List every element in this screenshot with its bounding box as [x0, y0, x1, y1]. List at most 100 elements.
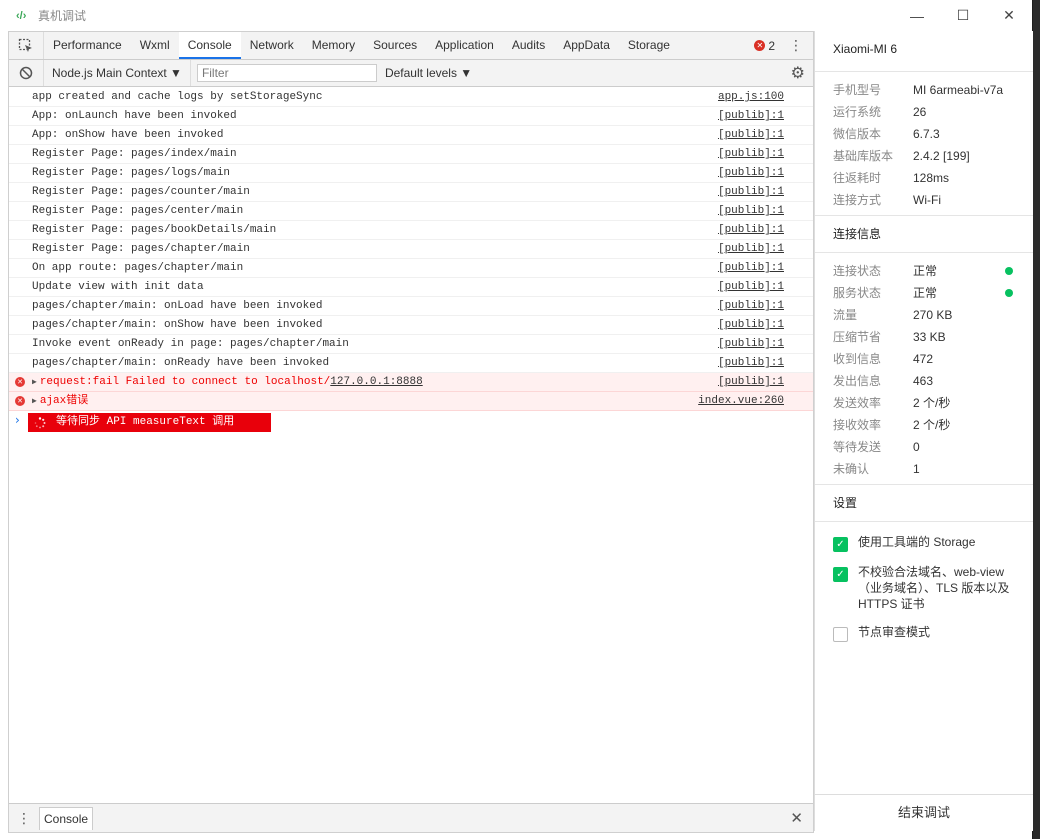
more-options-icon[interactable]: ⋮ — [787, 32, 805, 59]
info-value: 128ms — [913, 171, 950, 185]
tab-memory[interactable]: Memory — [303, 32, 364, 59]
tab-sources[interactable]: Sources — [364, 32, 426, 59]
checkbox[interactable] — [833, 627, 848, 642]
info-value: 33 KB — [913, 330, 946, 344]
console-log-row: Register Page: pages/counter/main [publib… — [9, 183, 813, 202]
info-value: 1 — [913, 462, 920, 476]
error-message: request:fail Failed to connect to localh… — [39, 376, 331, 388]
tab-storage[interactable]: Storage — [619, 32, 679, 59]
log-source-link[interactable]: [publib]:1 — [718, 240, 784, 258]
info-key: 运行系统 — [833, 105, 882, 119]
device-name: Xiaomi-MI 6 — [815, 31, 1033, 72]
log-message: Register Page: pages/center/main — [32, 205, 244, 217]
log-source-link[interactable]: [publib]:1 — [718, 202, 784, 220]
checkbox[interactable]: ✓ — [833, 567, 848, 582]
info-key: 服务状态 — [833, 286, 882, 300]
log-message: Register Page: pages/chapter/main — [32, 243, 250, 255]
info-row: 基础库版本 2.4.2 [199] — [815, 145, 1033, 167]
info-row: 微信版本 6.7.3 — [815, 123, 1033, 145]
maximize-button[interactable]: ☐ — [940, 0, 986, 31]
minimize-button[interactable]: — — [894, 0, 940, 31]
log-message: App: onLaunch have been invoked — [32, 110, 237, 122]
log-source-link[interactable]: [publib]:1 — [718, 297, 784, 315]
devtools-panel: Performance Wxml Console Network Memory Sourc… — [8, 31, 814, 833]
log-source-link[interactable]: [publib]:1 — [718, 354, 784, 372]
tab-performance[interactable]: Performance — [44, 32, 131, 59]
error-message: ajax错误 — [39, 395, 89, 407]
inspect-element-button[interactable] — [9, 32, 44, 59]
log-message: App: onShow have been invoked — [32, 129, 224, 141]
tab-audits[interactable]: Audits — [503, 32, 554, 59]
drawer-menu-icon[interactable]: ⋮ — [9, 810, 39, 827]
drawer-tab-console[interactable]: Console — [39, 806, 94, 830]
block-icon — [19, 66, 33, 80]
window-title: 真机调试 — [38, 9, 87, 23]
log-source-link[interactable]: app.js:100 — [718, 88, 784, 106]
info-key: 发出信息 — [833, 374, 882, 388]
setting-option[interactable]: 节点审查模式 — [815, 624, 1033, 642]
tab-appdata[interactable]: AppData — [554, 32, 619, 59]
console-error-row[interactable]: ✕ ▶ ajax错误 index.vue:260 — [9, 392, 813, 411]
console-log-row: Update view with init data [publib]:1 — [9, 278, 813, 297]
pending-text: 等待同步 API measureText 调用 — [56, 416, 235, 428]
log-message: pages/chapter/main: onLoad have been inv… — [32, 300, 323, 312]
log-message: On app route: pages/chapter/main — [32, 262, 244, 274]
log-source-link[interactable]: [publib]:1 — [718, 107, 784, 125]
tab-console[interactable]: Console — [178, 32, 241, 59]
info-row: 发出信息 463 — [815, 370, 1033, 392]
device-info-table: 手机型号 MI 6armeabi-v7a 运行系统 26 微信版本 6.7.3 基础库版本 2… — [815, 72, 1033, 216]
status-ok-icon — [1005, 267, 1013, 275]
error-source-link[interactable]: index.vue:260 — [698, 392, 784, 410]
console-log-row: Register Page: pages/center/main [publib]… — [9, 202, 813, 221]
log-source-link[interactable]: [publib]:1 — [718, 278, 784, 296]
log-source-link[interactable]: [publib]:1 — [718, 164, 784, 182]
console-log-row: pages/chapter/main: onReady have been in… — [9, 354, 813, 373]
end-debug-button[interactable]: 结束调试 — [815, 794, 1033, 831]
setting-option[interactable]: ✓ 不校验合法域名、web-view（业务域名）、TLS 版本以及 HTTPS 证… — [815, 564, 1033, 612]
info-row: 运行系统 26 — [815, 101, 1033, 123]
error-url-link[interactable]: 127.0.0.1:8888 — [330, 376, 422, 388]
settings-list: ✓ 使用工具端的 Storage ✓ 不校验合法域名、web-view（业务域名）、T… — [815, 534, 1033, 642]
info-value: 2 个/秒 — [913, 418, 951, 432]
gear-icon[interactable]: ⚙ — [791, 60, 805, 86]
info-value: 270 KB — [913, 308, 953, 322]
devtools-window: ‹/› 真机调试 — ☐ ✕ Performance Wxml Console Net… — [0, 0, 1033, 839]
close-drawer-icon[interactable]: ✕ — [790, 804, 803, 832]
log-source-link[interactable]: [publib]:1 — [718, 335, 784, 353]
log-levels-select[interactable]: Default levels ▼ — [385, 66, 472, 80]
checkbox[interactable]: ✓ — [833, 537, 848, 552]
log-source-link[interactable]: [publib]:1 — [718, 126, 784, 144]
info-value: 2.4.2 [199] — [913, 149, 970, 163]
log-source-link[interactable]: [publib]:1 — [718, 221, 784, 239]
log-source-link[interactable]: [publib]:1 — [718, 145, 784, 163]
console-log-row: Register Page: pages/chapter/main [publib… — [9, 240, 813, 259]
info-value: 正常 — [913, 286, 938, 300]
expand-triangle-icon[interactable]: ▶ — [32, 397, 37, 406]
window-controls: — ☐ ✕ — [894, 0, 1032, 31]
error-source-link[interactable]: [publib]:1 — [718, 373, 784, 391]
info-row: 收到信息 472 — [815, 348, 1033, 370]
console-error-row[interactable]: ✕ ▶ request:fail Failed to connect to loca… — [9, 373, 813, 392]
setting-option[interactable]: ✓ 使用工具端的 Storage — [815, 534, 1033, 552]
console-log-row: App: onLaunch have been invoked [publib]:… — [9, 107, 813, 126]
info-key: 收到信息 — [833, 352, 882, 366]
log-source-link[interactable]: [publib]:1 — [718, 183, 784, 201]
error-counter[interactable]: ✕ 2 — [754, 32, 775, 59]
loading-icon — [34, 416, 46, 428]
info-row: 往返耗时 128ms — [815, 167, 1033, 189]
tab-wxml[interactable]: Wxml — [131, 32, 179, 59]
expand-triangle-icon[interactable]: ▶ — [32, 378, 37, 387]
console-log-row: App: onShow have been invoked [publib]:1 — [9, 126, 813, 145]
tab-network[interactable]: Network — [241, 32, 303, 59]
filter-input[interactable] — [196, 64, 377, 82]
tab-application[interactable]: Application — [426, 32, 503, 59]
close-button[interactable]: ✕ — [986, 0, 1032, 31]
title-bar: ‹/› 真机调试 — ☐ ✕ — [0, 0, 1032, 31]
log-source-link[interactable]: [publib]:1 — [718, 259, 784, 277]
device-info-panel: Xiaomi-MI 6 手机型号 MI 6armeabi-v7a 运行系统 26 微信版… — [814, 31, 1033, 831]
clear-console-button[interactable] — [9, 60, 44, 86]
context-select[interactable]: Node.js Main Context ▼ — [44, 60, 191, 86]
log-source-link[interactable]: [publib]:1 — [718, 316, 784, 334]
info-row: 接收效率 2 个/秒 — [815, 414, 1033, 436]
console-output: app created and cache logs by setStorage… — [9, 88, 813, 803]
